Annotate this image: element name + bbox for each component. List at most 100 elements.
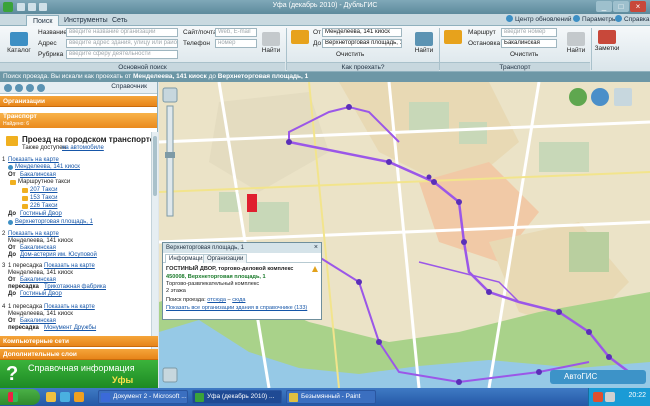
quicklaunch-icon[interactable] <box>74 392 84 402</box>
to-stop-link[interactable]: Дом-астерия им. Юсуповой <box>20 252 97 258</box>
clock: 20:22 <box>628 392 646 399</box>
by-car-link[interactable]: на автомобиле <box>62 145 104 151</box>
params-link[interactable]: Параметры <box>573 15 617 25</box>
popup-title: ГОСТИНЫЙ ДВОР, торгово-деловой комплекс <box>166 266 294 272</box>
find-route-button[interactable]: Найти <box>412 32 436 54</box>
binoculars-icon <box>415 32 433 46</box>
quicklaunch-icon[interactable] <box>60 392 70 402</box>
catalog-button[interactable]: Каталог <box>6 32 32 54</box>
from-label: От <box>8 318 16 324</box>
gear-icon <box>573 15 580 22</box>
notes-button[interactable]: Заметки <box>594 30 620 52</box>
transport-bus-button[interactable] <box>443 30 463 45</box>
forward-icon[interactable] <box>26 84 34 92</box>
question-icon: ? <box>6 363 19 385</box>
section-computer-networks[interactable]: Компьютерные сети <box>0 336 158 347</box>
minibus-icon <box>10 180 16 185</box>
left-panel-toolbar: Справочник <box>0 82 157 94</box>
find-transport-button[interactable]: Найти <box>565 32 587 54</box>
start-point-link[interactable]: Менделеева, 141 киоск <box>15 164 80 170</box>
tab-network[interactable]: Сеть <box>106 15 134 26</box>
windows-logo-icon <box>8 392 18 402</box>
task-dublgis[interactable]: Уфа (декабрь 2010) ... <box>192 390 282 404</box>
result-number: 3 <box>2 263 6 269</box>
start-button[interactable] <box>0 389 40 405</box>
dublgis-icon <box>195 393 204 402</box>
map-view[interactable]: Верхнеторговая площадь, 1 × Информация О… <box>159 82 650 388</box>
search-status-line: Поиск проезда. Вы искали как проехать от… <box>0 72 650 82</box>
task-word[interactable]: Документ 2 - Microsoft ... <box>98 390 188 404</box>
to-input[interactable]: Верхнеторговая площадь, 1 <box>322 39 402 48</box>
rubric-input[interactable]: введите сферу деятельности <box>66 50 178 59</box>
from-label: От <box>8 245 16 251</box>
tab-search[interactable]: Поиск <box>26 15 60 26</box>
close-button[interactable]: × <box>630 1 646 12</box>
update-center-link[interactable]: Центр обновлений <box>506 15 572 25</box>
show-on-map-link[interactable]: Показать на карте <box>44 263 95 269</box>
from-stop-link[interactable]: Бакалинская <box>20 277 56 283</box>
reference-info-banner[interactable]: ? Справочная информация Уфы <box>0 360 158 388</box>
route-link[interactable]: 207 Такси <box>30 187 57 193</box>
results-scrollbar[interactable] <box>151 132 158 354</box>
show-on-map-link[interactable]: Показать на карте <box>44 304 95 310</box>
popup-tabs: Информация Организации <box>163 253 321 263</box>
quicklaunch-icon[interactable] <box>46 392 56 402</box>
bus-icon <box>444 30 462 44</box>
route-link[interactable]: 153 Такси <box>30 195 57 201</box>
start-point: Менделеева, 141 киоск <box>8 270 73 276</box>
map-canvas[interactable] <box>159 82 650 388</box>
from-input[interactable]: Менделеева, 141 киоск <box>322 28 402 37</box>
from-stop-link[interactable]: Бакалинская <box>20 172 56 178</box>
minimize-button[interactable]: _ <box>596 1 612 12</box>
directory-dropdown[interactable]: Справочник <box>111 83 147 90</box>
from-stop-link[interactable]: Бакалинская <box>20 318 56 324</box>
result-number: 4 <box>2 304 6 310</box>
clear-route-button[interactable]: Очистить <box>336 51 364 58</box>
show-on-map-link[interactable]: Показать на карте <box>8 157 59 163</box>
find-basic-button[interactable]: Найти <box>260 32 282 54</box>
show-on-map-link[interactable]: Показать на карте <box>8 231 59 237</box>
print-icon[interactable] <box>37 84 45 92</box>
popup-tab-organizations[interactable]: Организации <box>203 254 248 263</box>
to-label: До <box>8 211 17 217</box>
start-point: Менделеева, 141 киоск <box>8 311 73 317</box>
popup-close-icon[interactable]: × <box>314 243 318 253</box>
route-results-list: Проезд на городском транспорте Также дос… <box>0 132 158 354</box>
task-paint[interactable]: Безымянный - Paint <box>286 390 376 404</box>
destination-link[interactable]: Верхнеторговая площадь, 1 <box>15 219 93 225</box>
transfers-count: 1 пересадка <box>8 304 43 310</box>
scrollbar-thumb[interactable] <box>153 136 157 196</box>
person-icon <box>8 165 13 170</box>
tray-icon[interactable] <box>605 392 615 402</box>
back-icon[interactable] <box>15 84 23 92</box>
address-input[interactable]: введите адрес здания, улицу или район <box>66 39 178 48</box>
route-link[interactable]: 226 Такси <box>30 203 57 209</box>
to-stop-link[interactable]: Гостиный Двор <box>20 211 62 217</box>
transfer-stop-link[interactable]: Трикотажная фабрика <box>44 284 106 290</box>
route-bus-icon-button[interactable] <box>290 30 310 45</box>
website-input[interactable]: Web, E-mail <box>215 28 257 37</box>
avtogis-badge[interactable]: АвтоГИС <box>550 370 646 384</box>
name-input[interactable]: введите название организации <box>66 28 178 37</box>
section-extra-layers[interactable]: Дополнительные слои <box>0 349 158 360</box>
route-to-here-link[interactable]: сюда <box>232 297 245 303</box>
popup-type: Торгово-развлекательный комплекс <box>166 281 260 287</box>
warning-icon <box>312 266 318 272</box>
help-link[interactable]: Справка <box>615 15 650 25</box>
from-stop-link[interactable]: Бакалинская <box>20 245 56 251</box>
stop-input[interactable]: Бакалинская <box>501 39 557 48</box>
route-from-here-link[interactable]: отсюда <box>207 297 226 303</box>
clear-transport-button[interactable]: Очистить <box>510 51 538 58</box>
section-transport[interactable]: Транспорт Найдено: 6 <box>0 113 157 128</box>
phone-input[interactable]: номер <box>215 39 257 48</box>
to-stop-link[interactable]: Гостиный Двор <box>20 291 62 297</box>
ribbon: Каталог Название введите название органи… <box>0 26 650 72</box>
home-icon[interactable] <box>4 84 12 92</box>
route-input[interactable]: введите номер <box>501 28 557 37</box>
show-all-orgs-link[interactable]: Показать все организации здания в справо… <box>166 305 307 311</box>
transfer-stop-link[interactable]: Монумент Дружбы <box>44 325 96 331</box>
tray-icon[interactable] <box>593 392 603 402</box>
bus-icon <box>6 136 18 146</box>
maximize-button[interactable]: □ <box>613 1 629 12</box>
section-organizations[interactable]: Организации <box>0 96 157 107</box>
